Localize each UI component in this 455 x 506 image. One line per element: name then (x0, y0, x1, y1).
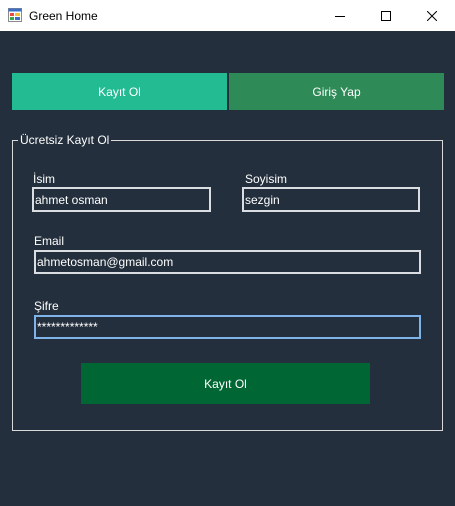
minimize-icon (335, 11, 345, 21)
tab-login[interactable]: Giriş Yap (229, 73, 444, 110)
register-button[interactable]: Kayıt Ol (81, 363, 370, 404)
close-icon (427, 10, 437, 21)
maximize-button[interactable] (363, 0, 409, 31)
password-label: Şifre (34, 299, 59, 313)
groupbox-legend: Ücretsiz Kayıt Ol (18, 133, 112, 147)
window-title: Green Home (29, 9, 98, 23)
minimize-button[interactable] (317, 0, 363, 31)
surname-field[interactable] (242, 187, 420, 212)
name-field[interactable] (32, 187, 211, 212)
app-window: Green Home Kayıt Ol Giriş Yap Ücretsiz K… (0, 0, 455, 506)
app-window-icon (8, 8, 22, 22)
email-label: Email (34, 234, 65, 248)
tab-register[interactable]: Kayıt Ol (12, 73, 227, 110)
close-button[interactable] (409, 0, 455, 31)
title-bar[interactable]: Green Home (0, 0, 455, 31)
maximize-icon (381, 10, 391, 21)
name-label: İsim (33, 172, 55, 186)
email-field[interactable] (34, 250, 421, 274)
password-field[interactable] (34, 315, 421, 339)
surname-label: Soyisim (245, 172, 288, 186)
